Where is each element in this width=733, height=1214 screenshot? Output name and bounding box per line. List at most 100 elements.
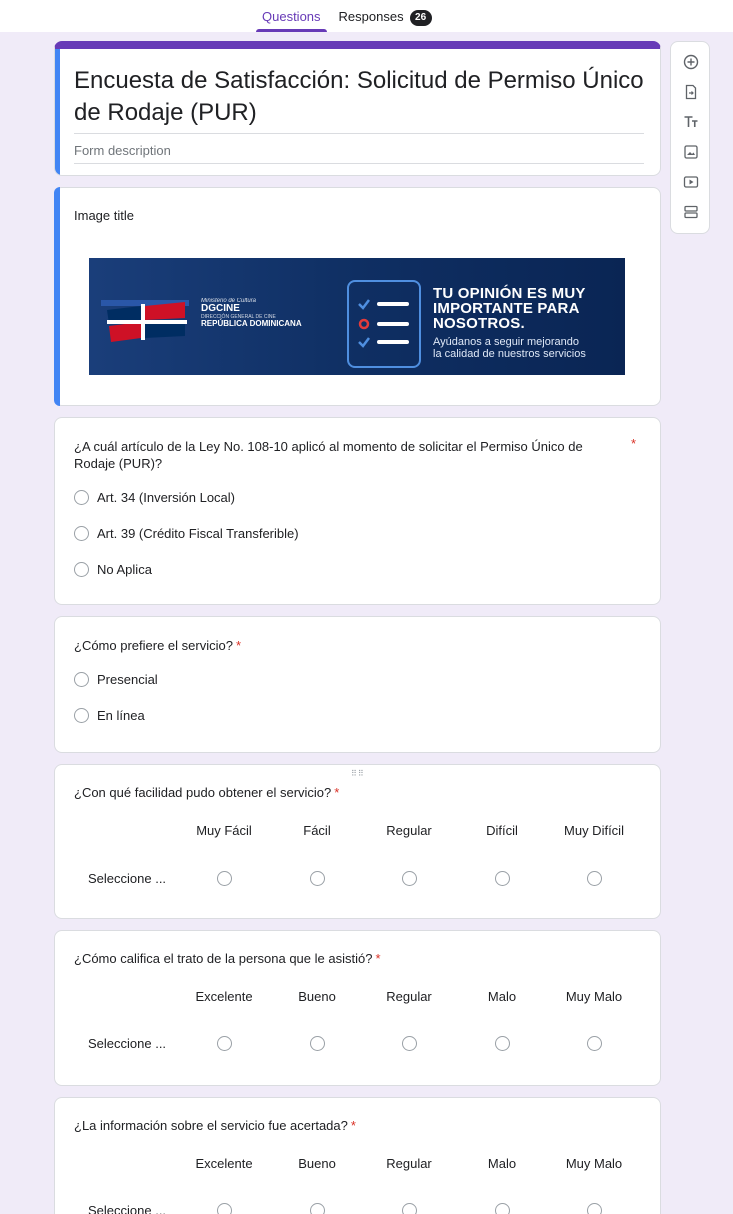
grid-column-header: Muy Malo — [565, 989, 623, 1004]
option-art-39[interactable]: Art. 39 (Crédito Fiscal Transferible) — [74, 526, 299, 541]
tab-responses[interactable]: Responses 26 — [333, 0, 438, 32]
option-art-34[interactable]: Art. 34 (Inversión Local) — [74, 490, 235, 505]
option-label: En línea — [97, 708, 145, 723]
subtext-line-2: la calidad de nuestros servicios — [433, 348, 586, 360]
form-title[interactable]: Encuesta de Satisfacción: Solicitud de P… — [74, 65, 644, 134]
ministry-text: Ministerio de Cultura — [201, 298, 257, 304]
radio-button[interactable] — [74, 526, 89, 541]
left-edge — [0, 32, 6, 1214]
required-asterisk: * — [334, 785, 340, 800]
add-video-icon[interactable] — [681, 172, 701, 192]
tab-responses-label: Responses — [338, 9, 404, 24]
grid-column-header: Bueno — [298, 989, 336, 1004]
grid-column-header: Malo — [487, 1156, 517, 1171]
image-title[interactable]: Image title — [74, 208, 134, 223]
grid-row-label: Seleccione ... — [88, 1036, 167, 1051]
grid-column-header: Excelente — [195, 989, 253, 1004]
headline-line-3: NOSOTROS. — [433, 315, 525, 332]
add-section-icon[interactable] — [681, 202, 701, 222]
question-title: ¿Cómo califica el trato de la persona qu… — [74, 950, 626, 967]
grid-radio-button[interactable] — [402, 871, 417, 886]
grid-radio-button[interactable] — [587, 871, 602, 886]
radio-button[interactable] — [74, 708, 89, 723]
grid-row-label: Seleccione ... — [88, 1203, 167, 1214]
form-description-field[interactable]: Form description — [74, 143, 644, 164]
option-label: No Aplica — [97, 562, 152, 577]
grid-column-header: Muy Fácil — [196, 823, 252, 838]
dominican-flag-logo — [101, 300, 189, 342]
question-title: ¿Cómo prefiere el servicio? * — [74, 637, 626, 654]
top-tab-bar: Questions Responses 26 — [0, 0, 733, 32]
option-label: Presencial — [97, 672, 158, 687]
grid-radio-button[interactable] — [495, 1036, 510, 1051]
add-question-icon[interactable] — [681, 52, 701, 72]
question-title: ¿A cuál artículo de la Ley No. 108-10 ap… — [74, 439, 583, 471]
add-title-icon[interactable] — [681, 112, 701, 132]
grid-radio-button[interactable] — [402, 1036, 417, 1051]
form-title-card[interactable]: Encuesta de Satisfacción: Solicitud de P… — [54, 41, 661, 176]
required-asterisk: * — [235, 638, 242, 653]
grid-column-header: Muy Difícil — [564, 823, 624, 838]
responses-count-badge: 26 — [409, 10, 432, 26]
drag-handle-icon[interactable]: ⠿⠿ — [351, 769, 365, 778]
image-item-card[interactable]: Image title Ministerio de Cultura DGCINE… — [54, 187, 661, 406]
banner-subtext: Ayúdanos a seguir mejorando la calidad d… — [433, 336, 586, 360]
grid-radio-button[interactable] — [310, 871, 325, 886]
import-questions-icon[interactable] — [681, 82, 701, 102]
option-no-aplica[interactable]: No Aplica — [74, 562, 152, 577]
grid-radio-button[interactable] — [217, 1203, 232, 1214]
banner-headline: TU OPINIÓN ES MUY IMPORTANTE PARA NOSOTR… — [433, 286, 586, 331]
question-title: ¿La información sobre el servicio fue ac… — [74, 1117, 626, 1134]
question-card-ease-grid[interactable]: ⠿⠿ ¿Con qué facilidad pudo obtener el se… — [54, 764, 661, 919]
grid-radio-button[interactable] — [310, 1203, 325, 1214]
grid-column-header: Fácil — [303, 823, 331, 838]
grid-radio-button[interactable] — [495, 1203, 510, 1214]
question-title-text: ¿Cómo califica el trato de la persona qu… — [74, 951, 373, 966]
floating-toolbar — [670, 41, 710, 234]
required-asterisk: * — [350, 1118, 356, 1133]
question-card-info-grid[interactable]: ¿La información sobre el servicio fue ac… — [54, 1097, 661, 1214]
radio-button[interactable] — [74, 490, 89, 505]
grid-radio-button[interactable] — [217, 871, 232, 886]
add-image-icon[interactable] — [681, 142, 701, 162]
question-title-text: ¿La información sobre el servicio fue ac… — [74, 1118, 348, 1133]
question-card-treatment-grid[interactable]: ¿Cómo califica el trato de la persona qu… — [54, 930, 661, 1086]
survey-banner-image: Ministerio de Cultura DGCINE DIRECCIÓN G… — [89, 258, 625, 375]
grid-column-header: Bueno — [298, 1156, 336, 1171]
option-presencial[interactable]: Presencial — [74, 672, 158, 687]
radio-button[interactable] — [74, 672, 89, 687]
grid-column-header: Regular — [386, 1156, 432, 1171]
required-asterisk: * — [630, 436, 636, 451]
grid-radio-button[interactable] — [587, 1036, 602, 1051]
form-tabs: Questions Responses 26 — [256, 0, 438, 32]
headline-line-1: TU OPINIÓN ES MUY — [433, 285, 586, 302]
subtext-line-1: Ayúdanos a seguir mejorando — [433, 336, 579, 348]
checklist-icon — [347, 280, 421, 368]
grid-column-header: Excelente — [195, 1156, 253, 1171]
question-card-article[interactable]: ¿A cuál artículo de la Ley No. 108-10 ap… — [54, 417, 661, 605]
grid-radio-button[interactable] — [495, 871, 510, 886]
country-name: REPÚBLICA DOMINICANA — [201, 319, 302, 329]
grid-column-header: Muy Malo — [565, 1156, 623, 1171]
question-title-text: ¿Con qué facilidad pudo obtener el servi… — [74, 785, 332, 800]
grid-column-header: Regular — [386, 989, 432, 1004]
required-asterisk: * — [375, 951, 381, 966]
grid-column-header: Difícil — [486, 823, 518, 838]
radio-button[interactable] — [74, 562, 89, 577]
option-en-linea[interactable]: En línea — [74, 708, 145, 723]
grid-radio-button[interactable] — [217, 1036, 232, 1051]
grid-radio-button[interactable] — [587, 1203, 602, 1214]
tab-questions-label: Questions — [262, 9, 321, 24]
grid-column-header: Regular — [386, 823, 432, 838]
dgcine-logo-text: Ministerio de Cultura DGCINE DIRECCIÓN G… — [201, 298, 302, 328]
tab-questions[interactable]: Questions — [256, 0, 327, 32]
grid-radio-button[interactable] — [310, 1036, 325, 1051]
question-card-service-preference[interactable]: ¿Cómo prefiere el servicio? * Presencial … — [54, 616, 661, 753]
option-label: Art. 34 (Inversión Local) — [97, 490, 236, 505]
grid-column-header: Malo — [487, 989, 517, 1004]
headline-line-2: IMPORTANTE PARA — [433, 300, 580, 317]
org-subname: DIRECCIÓN GENERAL DE CINE — [201, 313, 276, 320]
grid-radio-button[interactable] — [402, 1203, 417, 1214]
question-title-text: ¿Cómo prefiere el servicio? — [74, 638, 233, 653]
question-title: ¿Con qué facilidad pudo obtener el servi… — [74, 784, 626, 801]
